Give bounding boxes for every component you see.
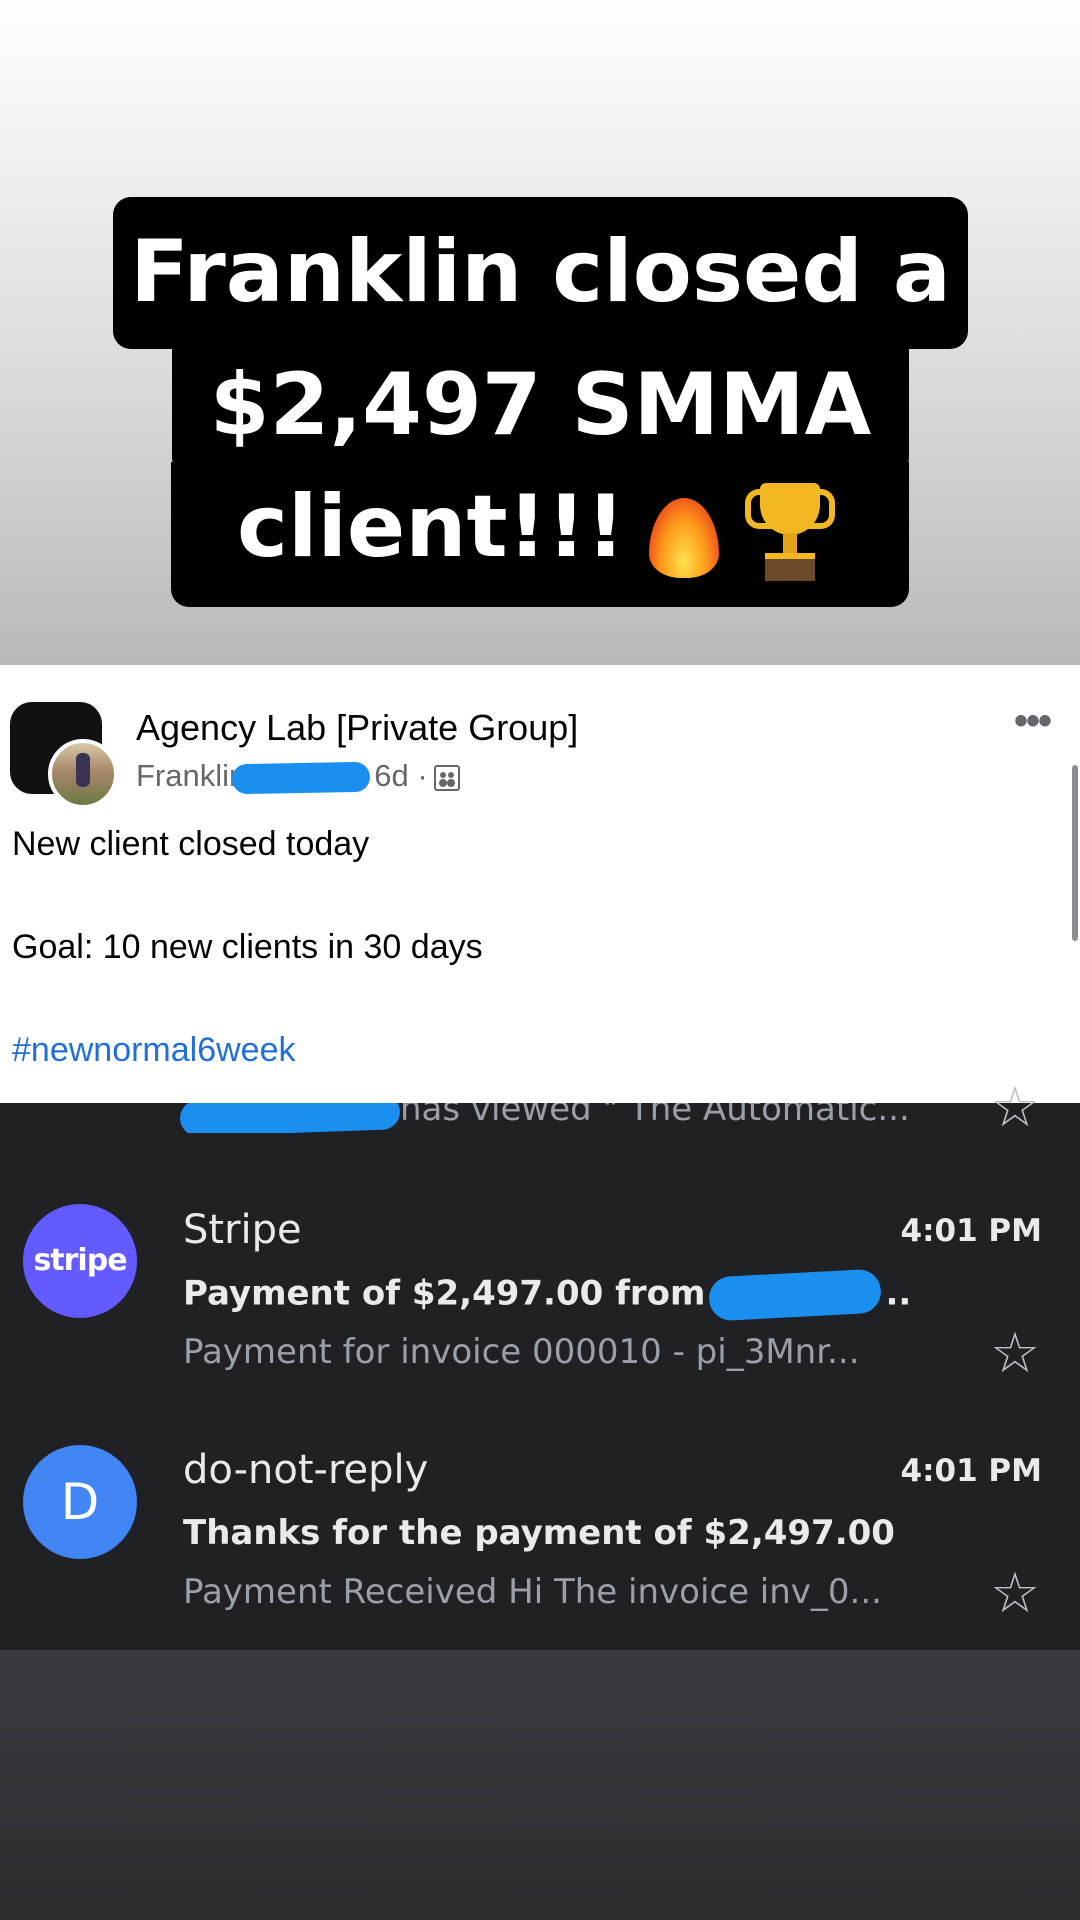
post-meta: Franklin 6d · <box>136 758 460 795</box>
star-icon[interactable]: ☆ <box>988 1326 1042 1382</box>
redaction-mark <box>179 1103 401 1133</box>
post-age[interactable]: 6d · <box>374 758 427 793</box>
user-avatar[interactable] <box>48 739 118 809</box>
hashtag-link[interactable]: #newnormal6week <box>12 1031 296 1070</box>
email-snippet-partial: has viewed " The Automatic... <box>400 1103 910 1129</box>
caption-line-2: $2,497 SMMA <box>172 340 909 472</box>
post-text-line-2: Goal: 10 new clients in 30 days <box>12 928 483 966</box>
group-post: Agency Lab [Private Group] Franklin 6d · … <box>0 665 1080 1103</box>
group-privacy-icon <box>433 764 460 791</box>
caption-line-3: client!!! <box>171 462 909 607</box>
sender-avatar-d: D <box>23 1445 137 1559</box>
scrollbar[interactable] <box>1072 765 1078 941</box>
email-row-partial[interactable]: has viewed " The Automatic... <box>0 1103 1080 1133</box>
redaction-mark <box>708 1268 883 1322</box>
trophy-icon <box>745 482 836 583</box>
email-list: has viewed " The Automatic... ☆ stripe S… <box>0 1080 1080 1650</box>
redaction-mark <box>232 761 371 795</box>
caption-line-3-text: client!!! <box>237 477 626 577</box>
group-name[interactable]: Agency Lab [Private Group] <box>136 707 578 749</box>
fire-icon <box>649 488 720 578</box>
email-sender: Stripe <box>183 1207 302 1253</box>
email-snippet: Payment Received Hi The invoice inv_0... <box>183 1572 882 1612</box>
email-sender: do-not-reply <box>183 1447 429 1493</box>
stripe-logo-icon: stripe <box>23 1204 137 1318</box>
email-subject: Thanks for the payment of $2,497.00 <box>183 1513 895 1553</box>
email-time: 4:01 PM <box>900 1213 1042 1249</box>
author-name[interactable]: Franklin <box>136 758 246 793</box>
caption-banner: Franklin closed a $2,497 SMMA client!!! <box>0 0 1080 665</box>
bottom-blank-area <box>0 1650 1080 1920</box>
email-time: 4:01 PM <box>900 1453 1042 1489</box>
star-icon[interactable]: ☆ <box>988 1080 1042 1136</box>
email-subject-text: Payment of $2,497.00 from <box>183 1273 706 1314</box>
more-options-button[interactable]: ••• <box>1014 699 1052 744</box>
email-subject: Payment of $2,497.00 from.. <box>183 1268 912 1322</box>
caption-line-1: Franklin closed a <box>113 197 968 349</box>
email-subject-ellipsis: .. <box>885 1273 912 1314</box>
star-icon[interactable]: ☆ <box>988 1566 1042 1622</box>
post-text-line-1: New client closed today <box>12 825 370 863</box>
email-snippet: Payment for invoice 000010 - pi_3Mnr... <box>183 1332 860 1372</box>
